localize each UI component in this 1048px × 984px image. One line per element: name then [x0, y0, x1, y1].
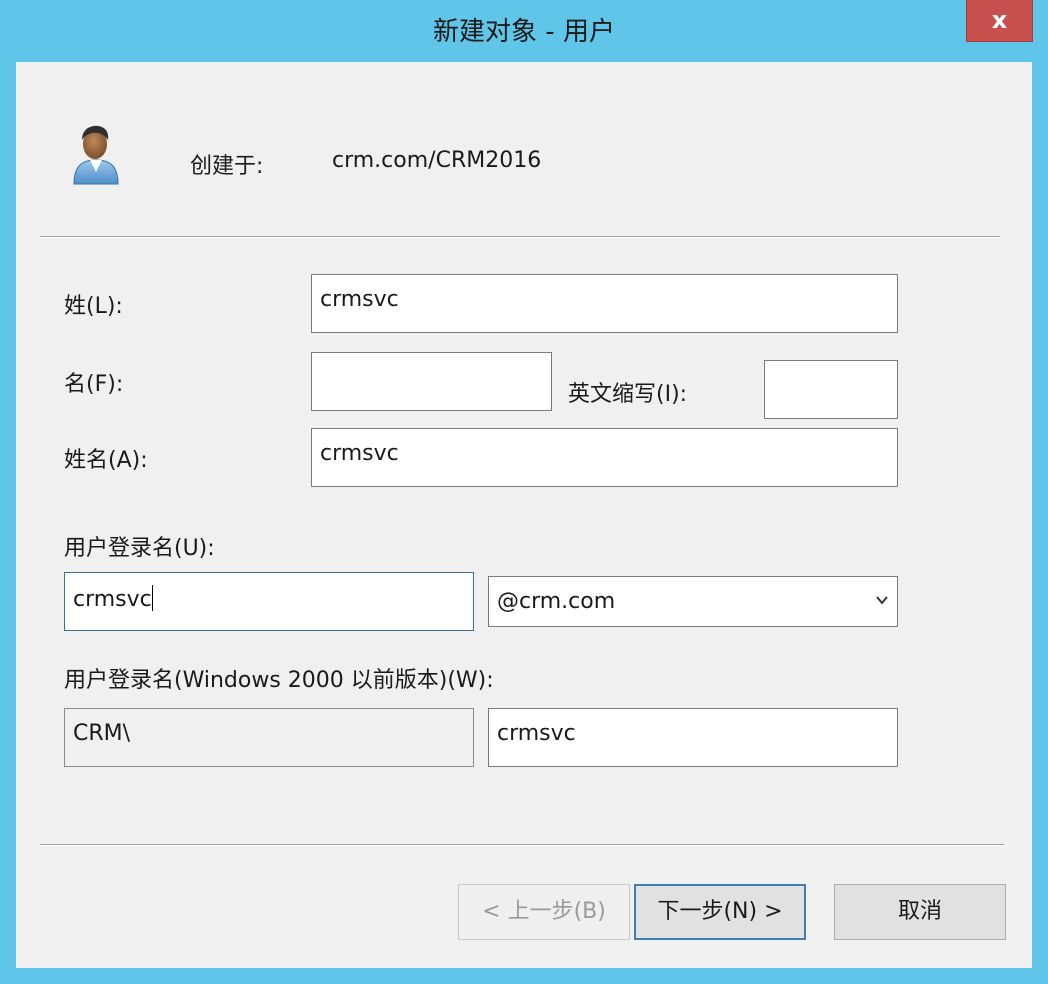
- first-name-input[interactable]: [311, 352, 552, 411]
- dialog-client-area: 创建于: crm.com/CRM2016 姓(L): crmsvc 名(F): …: [16, 62, 1032, 968]
- full-name-label: 姓名(A):: [64, 448, 148, 473]
- legacy-logon-input[interactable]: crmsvc: [488, 708, 898, 767]
- created-in-value: crm.com/CRM2016: [332, 148, 542, 173]
- logon-name-label: 用户登录名(U):: [64, 536, 215, 561]
- full-name-input[interactable]: crmsvc: [311, 428, 898, 487]
- header-divider: [40, 236, 1000, 238]
- upn-suffix-value: @crm.com: [497, 589, 616, 614]
- first-name-label: 名(F):: [64, 372, 124, 397]
- close-button[interactable]: x: [966, 0, 1033, 42]
- legacy-domain-field: CRM\: [64, 708, 474, 767]
- initials-input[interactable]: [764, 360, 898, 419]
- text-caret: [151, 585, 153, 611]
- back-button[interactable]: < 上一步(B): [458, 884, 630, 940]
- dialog-window: 新建对象 - 用户 x 创建于: crm.com/CRM2016 姓(L): c…: [0, 0, 1048, 984]
- created-in-label: 创建于:: [190, 154, 264, 179]
- user-icon: [70, 122, 122, 186]
- initials-label: 英文缩写(I):: [568, 382, 688, 407]
- cancel-button[interactable]: 取消: [834, 884, 1006, 940]
- last-name-input[interactable]: crmsvc: [311, 274, 898, 333]
- legacy-logon-label: 用户登录名(Windows 2000 以前版本)(W):: [64, 668, 494, 693]
- footer-divider: [40, 844, 1004, 846]
- chevron-down-icon: [876, 596, 888, 605]
- close-icon: x: [991, 6, 1008, 34]
- logon-name-input[interactable]: crmsvc: [64, 572, 474, 631]
- title-bar: 新建对象 - 用户 x: [0, 0, 1048, 62]
- logon-name-text: crmsvc: [73, 587, 152, 612]
- next-button[interactable]: 下一步(N) >: [634, 884, 806, 940]
- window-title: 新建对象 - 用户: [433, 17, 615, 47]
- upn-suffix-select[interactable]: @crm.com: [488, 576, 898, 627]
- last-name-label: 姓(L):: [64, 294, 123, 319]
